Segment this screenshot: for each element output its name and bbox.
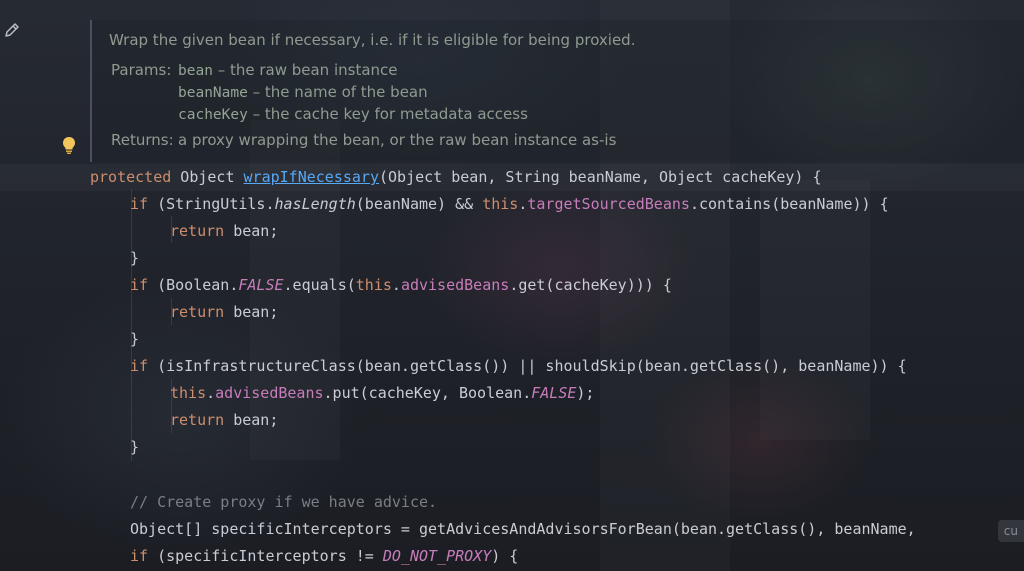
javadoc-popup: Wrap the given bean if necessary, i.e. i… xyxy=(90,20,1024,162)
code-line-7[interactable]: } xyxy=(130,326,139,353)
returns-label: Returns: xyxy=(111,131,174,149)
code-line-12[interactable]: // Create proxy if we have advice. xyxy=(130,489,437,516)
params-label: Params: xyxy=(111,61,172,79)
code-line-6[interactable]: return bean; xyxy=(170,299,278,326)
param-beanname: beanName – the name of the bean xyxy=(178,83,428,101)
returns-text: a proxy wrapping the bean, or the raw be… xyxy=(178,131,617,149)
code-line-14[interactable]: if (specificInterceptors != DO_NOT_PROXY… xyxy=(130,543,518,570)
code-line-2[interactable]: if (StringUtils.hasLength(beanName) && t… xyxy=(130,191,889,218)
code-line-3[interactable]: return bean; xyxy=(170,218,278,245)
inlay-hint-chip[interactable]: cu xyxy=(997,520,1024,542)
pencil-icon[interactable] xyxy=(2,20,22,40)
code-line-11[interactable]: } xyxy=(130,434,139,461)
code-line-4[interactable]: } xyxy=(130,245,139,272)
code-line-8[interactable]: if (isInfrastructureClass(bean.getClass(… xyxy=(130,353,907,380)
param-bean: bean – the raw bean instance xyxy=(178,61,398,79)
lightbulb-icon[interactable] xyxy=(60,135,78,155)
doc-description: Wrap the given bean if necessary, i.e. i… xyxy=(109,31,636,49)
param-cachekey: cacheKey – the cache key for metadata ac… xyxy=(178,105,528,123)
code-line-10[interactable]: return bean; xyxy=(170,407,278,434)
code-line-1[interactable]: protected Object wrapIfNecessary(Object … xyxy=(0,164,1024,191)
indent-guide xyxy=(131,189,132,461)
code-line-9[interactable]: this.advisedBeans.put(cacheKey, Boolean.… xyxy=(170,380,594,407)
code-line-5[interactable]: if (Boolean.FALSE.equals(this.advisedBea… xyxy=(130,272,672,299)
code-line-13[interactable]: Object[] specificInterceptors = getAdvic… xyxy=(130,516,916,543)
